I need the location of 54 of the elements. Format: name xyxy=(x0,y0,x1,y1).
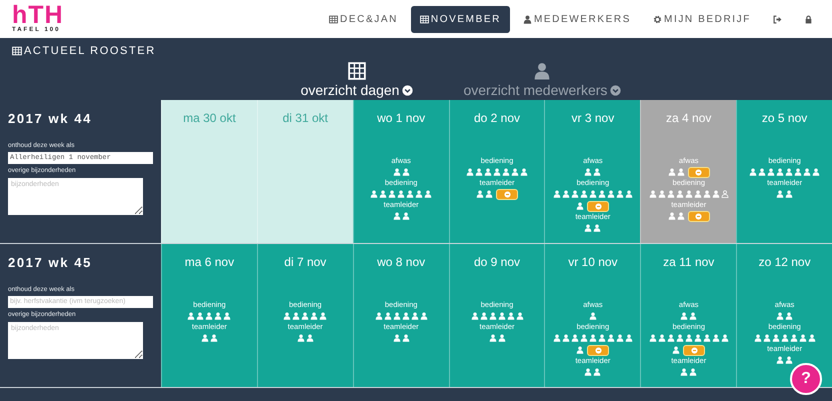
person-icon xyxy=(576,346,584,354)
day-label: di 31 okt xyxy=(282,110,328,127)
day-label: di 7 nov xyxy=(284,254,326,271)
chevron-down-icon xyxy=(610,84,622,96)
nav-tab[interactable]: MIJN BEDRIJF xyxy=(644,6,760,32)
minus-icon xyxy=(690,346,698,354)
minus-icon xyxy=(504,190,510,198)
day-label: zo 12 nov xyxy=(758,254,811,271)
day-label: ma 6 nov xyxy=(184,254,234,271)
person-icon xyxy=(522,14,532,24)
logo-mark: hTH xyxy=(12,4,64,26)
view-toggle[interactable]: overzicht dagen xyxy=(300,62,414,100)
day-cell[interactable]: di 31 okt xyxy=(256,100,353,243)
calendar-icon xyxy=(12,46,22,56)
person-icon xyxy=(672,346,680,354)
gear-icon xyxy=(653,14,662,24)
person-icon xyxy=(588,312,597,320)
open-slot-button[interactable] xyxy=(587,344,610,356)
day-label: wo 8 nov xyxy=(377,254,426,271)
section-title: ACTUEEL ROOSTER xyxy=(24,44,156,59)
logout-icon xyxy=(773,14,782,24)
day-label: vr 10 nov xyxy=(568,254,618,271)
day-label: wo 1 nov xyxy=(377,110,426,127)
open-slot-button[interactable] xyxy=(496,188,518,200)
week-title: 2017 wk 44 xyxy=(8,110,93,128)
grid-icon xyxy=(348,62,366,80)
minus-icon xyxy=(594,346,602,354)
nav-tab[interactable]: DEC&JAN xyxy=(320,6,407,32)
minus-icon xyxy=(695,212,702,220)
nav-tab[interactable]: MEDEWERKERS xyxy=(514,6,640,32)
open-slot-button[interactable] xyxy=(683,344,706,356)
empty-person-icon xyxy=(720,190,729,198)
minus-icon xyxy=(594,202,602,210)
minus-icon xyxy=(695,168,702,176)
nav-tab[interactable]: NOVEMBER xyxy=(410,6,510,32)
calendar-icon xyxy=(329,14,338,24)
calendar-icon xyxy=(420,14,429,24)
view-toggle[interactable]: overzicht medewerkers xyxy=(463,62,622,100)
day-label: za 4 nov xyxy=(666,110,712,127)
person-icon xyxy=(576,202,584,210)
day-cell[interactable]: ma 30 okt xyxy=(161,100,257,243)
chevron-down-icon xyxy=(402,84,414,96)
day-label: do 9 nov xyxy=(474,254,520,271)
lock-icon xyxy=(804,14,813,24)
open-slot-button[interactable] xyxy=(587,200,610,212)
day-label: zo 5 nov xyxy=(762,110,808,127)
day-label: do 2 nov xyxy=(474,110,520,127)
open-slot-button[interactable] xyxy=(688,166,710,178)
person-icon xyxy=(533,62,552,80)
day-label: vr 3 nov xyxy=(572,110,614,127)
day-label: ma 30 okt xyxy=(183,110,236,127)
open-slot-button[interactable] xyxy=(688,210,710,222)
week-title: 2017 wk 45 xyxy=(8,254,93,272)
day-label: za 11 nov xyxy=(663,254,714,271)
